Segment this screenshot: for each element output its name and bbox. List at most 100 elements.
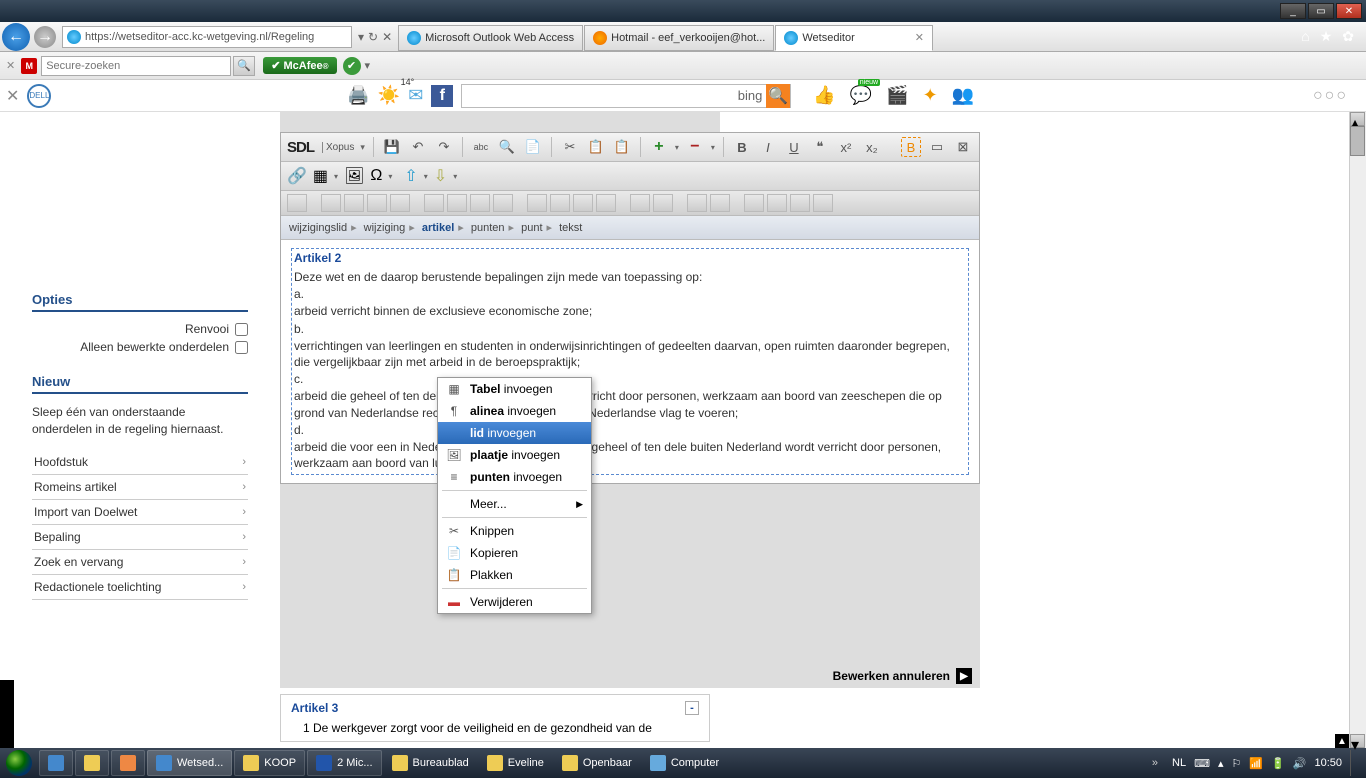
table-btn[interactable] [390, 194, 410, 212]
ctx-tabel-invoegen[interactable]: ▦Tabel invoegen [438, 378, 591, 400]
close-editor-icon[interactable]: ⊠ [953, 137, 973, 157]
image-icon[interactable]: 🖼 [344, 166, 364, 186]
scroll-up-button[interactable]: ▴ [1350, 112, 1365, 126]
refresh-icon[interactable]: ↻ [368, 30, 378, 44]
taskbar-pin[interactable] [111, 750, 145, 776]
media-icon[interactable]: 🎬 [886, 85, 908, 106]
games-icon[interactable]: ✦ [923, 85, 938, 106]
table-btn[interactable] [630, 194, 650, 212]
add-icon[interactable]: + [649, 137, 669, 157]
dropdown-icon[interactable]: ▾ [358, 30, 364, 44]
tab-wetseditor[interactable]: Wetseditor✕ [775, 25, 933, 51]
ctx-kopieren[interactable]: 📄Kopieren [438, 542, 591, 564]
editor-body[interactable]: Artikel 2 Deze wet en de daarop berusten… [281, 240, 979, 483]
table-btn[interactable] [287, 194, 307, 212]
scroll-down-button[interactable]: ▾ [1350, 734, 1365, 748]
tab-hotmail[interactable]: Hotmail - eef_verkooijen@hot... [584, 25, 774, 51]
table-btn[interactable] [813, 194, 833, 212]
sidebar-item-hoofdstuk[interactable]: Hoofdstuk› [32, 450, 248, 475]
bc-artikel[interactable]: artikel [422, 222, 454, 234]
printer-icon[interactable]: 🖨️ [347, 85, 369, 106]
table-btn[interactable] [790, 194, 810, 212]
language-indicator[interactable]: NL [1172, 757, 1186, 769]
ctx-punten-invoegen[interactable]: ≡punten invoegen [438, 466, 591, 488]
taskbar-item-computer[interactable]: Computer [642, 750, 727, 776]
redo-icon[interactable]: ↷ [434, 137, 454, 157]
taskbar-item-wetseditor[interactable]: Wetsed... [147, 750, 232, 776]
subscript-icon[interactable]: x₂ [862, 137, 882, 157]
ctx-verwijderen[interactable]: ▬Verwijderen [438, 591, 591, 613]
window-icon[interactable]: ▭ [927, 137, 947, 157]
underline-icon[interactable]: U [784, 137, 804, 157]
ctx-knippen[interactable]: ✂Knippen [438, 520, 591, 542]
taskbar-item-bureaublad[interactable]: Bureaublad [384, 750, 477, 776]
bc-tekst[interactable]: tekst [559, 222, 582, 234]
close-toolbar-icon[interactable]: ✕ [6, 86, 19, 106]
window-close-button[interactable]: ✕ [1336, 3, 1362, 19]
address-bar[interactable]: https://wetseditor-acc.kc-wetgeving.nl/R… [62, 26, 352, 48]
back-button[interactable]: ← [2, 23, 30, 51]
taskbar-item-openbaar[interactable]: Openbaar [554, 750, 640, 776]
link-icon[interactable]: 🔗 [287, 166, 307, 186]
table-btn[interactable] [550, 194, 570, 212]
up-icon[interactable]: ⇧ [404, 166, 417, 186]
sidebar-item-import[interactable]: Import van Doelwet› [32, 500, 248, 525]
stop-icon[interactable]: ✕ [382, 30, 392, 44]
tools-icon[interactable]: ✿ [1342, 28, 1354, 45]
tab-outlook[interactable]: Microsoft Outlook Web Access [398, 25, 583, 51]
wand-icon[interactable]: B [901, 137, 921, 157]
collapse-button[interactable]: - [685, 701, 699, 715]
sidebar-item-romeins[interactable]: Romeins artikel› [32, 475, 248, 500]
scroll-thumb[interactable] [1350, 126, 1365, 156]
cut-icon[interactable]: ✂ [560, 137, 580, 157]
bc-wijzigingslid[interactable]: wijzigingslid [289, 222, 347, 234]
table-btn[interactable] [653, 194, 673, 212]
table-btn[interactable] [470, 194, 490, 212]
table-btn[interactable] [527, 194, 547, 212]
ctx-plaatje-invoegen[interactable]: 🖼plaatje invoegen [438, 444, 591, 466]
table-btn[interactable] [424, 194, 444, 212]
dropdown-icon[interactable]: ▾ [365, 59, 371, 72]
find-icon[interactable]: 🔍 [497, 137, 517, 157]
ctx-lid-invoegen[interactable]: lid invoegen [438, 422, 591, 444]
renvooi-checkbox[interactable] [235, 323, 248, 336]
chat-icon[interactable]: 💬nieuw [850, 85, 872, 106]
sidebar-item-bepaling[interactable]: Bepaling› [32, 525, 248, 550]
scroll-up-icon[interactable]: ▲ [1335, 734, 1349, 748]
window-minimize-button[interactable]: _ [1280, 3, 1306, 19]
bing-input[interactable] [462, 89, 733, 103]
start-button[interactable] [0, 748, 38, 778]
weather-icon[interactable]: ☀️14° [378, 85, 400, 106]
spellcheck-icon[interactable]: abc [471, 137, 491, 157]
sidebar-item-zoek[interactable]: Zoek en vervang› [32, 550, 248, 575]
taskbar-item-koop[interactable]: KOOP [234, 750, 305, 776]
table-btn[interactable] [687, 194, 707, 212]
close-toolbar-icon[interactable]: ✕ [6, 59, 15, 72]
doc-icon[interactable]: 📄 [523, 137, 543, 157]
taskbar-item-word[interactable]: 2 Mic... [307, 750, 381, 776]
table-btn[interactable] [767, 194, 787, 212]
forward-button[interactable]: → [34, 26, 56, 48]
bc-punt[interactable]: punt [521, 222, 542, 234]
bing-search-button[interactable]: 🔍 [766, 84, 790, 108]
ctx-plakken[interactable]: 📋Plakken [438, 564, 591, 586]
bc-punten[interactable]: punten [471, 222, 505, 234]
window-maximize-button[interactable]: ▭ [1308, 3, 1334, 19]
sidebar-item-redactionele[interactable]: Redactionele toelichting› [32, 575, 248, 600]
down-icon[interactable]: ⇩ [434, 166, 447, 186]
vertical-scrollbar[interactable]: ▴ ▾ [1349, 112, 1366, 748]
table-btn[interactable] [367, 194, 387, 212]
favorites-icon[interactable]: ★ [1320, 28, 1333, 45]
table-btn[interactable] [596, 194, 616, 212]
facebook-icon[interactable]: f [431, 85, 453, 107]
table-btn[interactable] [447, 194, 467, 212]
table-btn[interactable] [344, 194, 364, 212]
bold-icon[interactable]: B [732, 137, 752, 157]
collapse-left-icon[interactable] [0, 680, 14, 748]
save-icon[interactable]: 💾 [382, 137, 402, 157]
more-icon[interactable]: ○○○ [1313, 87, 1360, 105]
table-btn[interactable] [321, 194, 341, 212]
secure-search-input[interactable] [41, 56, 231, 76]
bewerkte-checkbox[interactable] [235, 341, 248, 354]
table-icon[interactable]: ▦ [313, 166, 328, 186]
